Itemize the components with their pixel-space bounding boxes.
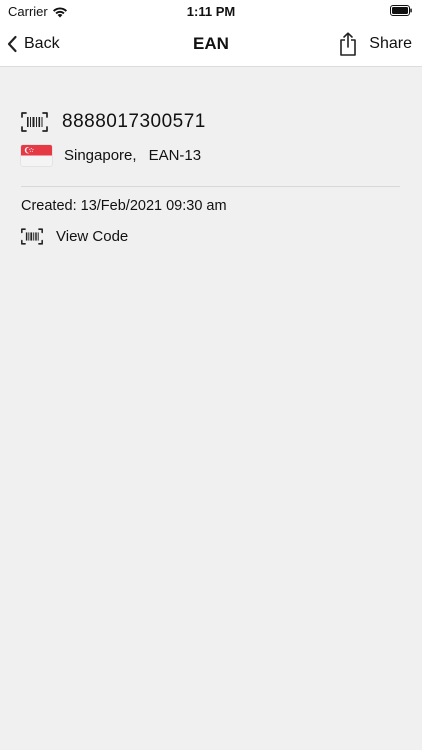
country-label: Singapore,	[64, 147, 137, 164]
view-code-label: View Code	[56, 228, 129, 245]
share-button[interactable]: Share	[339, 22, 412, 66]
detail-content: 8888017300571 Singapore, EAN-13 Created:…	[0, 67, 422, 750]
navigation-bar: Back EAN Share	[0, 22, 422, 67]
barcode-icon	[21, 228, 43, 245]
status-bar: Carrier 1:11 PM	[0, 0, 422, 22]
created-date: Created: 13/Feb/2021 09:30 am	[21, 198, 227, 214]
barcode-value: 8888017300571	[62, 111, 206, 132]
battery-icon	[390, 5, 412, 16]
share-icon	[340, 32, 357, 56]
barcode-row: 8888017300571	[21, 111, 206, 133]
view-code-button[interactable]: View Code	[21, 228, 128, 245]
share-label: Share	[369, 35, 412, 52]
divider	[21, 186, 400, 187]
status-time: 1:11 PM	[186, 4, 236, 19]
country-row: Singapore, EAN-13	[21, 145, 201, 166]
barcode-icon	[21, 112, 48, 132]
barcode-type: EAN-13	[148, 147, 202, 164]
singapore-flag-icon	[21, 145, 52, 166]
